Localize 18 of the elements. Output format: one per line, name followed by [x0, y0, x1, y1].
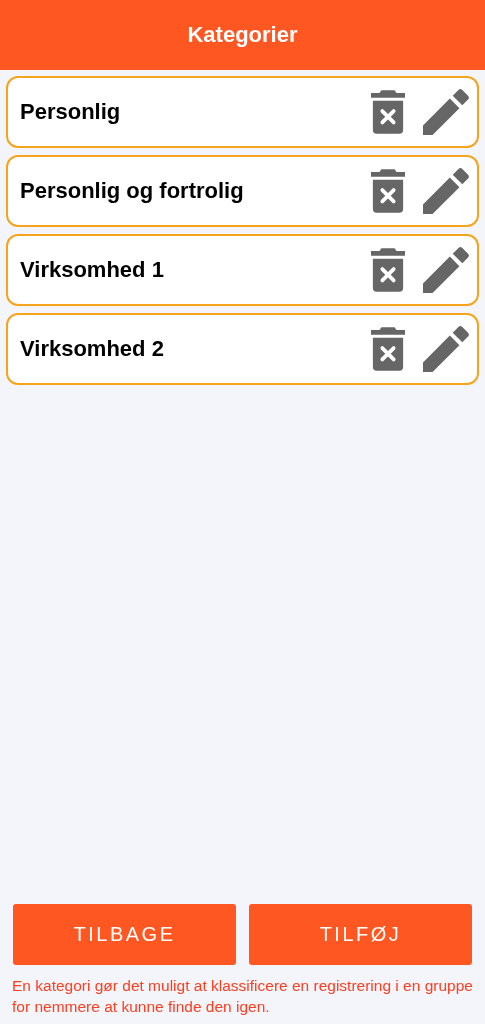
- category-name: Virksomhed 2: [20, 336, 165, 362]
- delete-icon[interactable]: [371, 327, 405, 371]
- category-card[interactable]: Virksomhed 1: [6, 234, 479, 306]
- edit-icon[interactable]: [423, 89, 469, 135]
- category-name: Personlig og fortrolig: [20, 178, 245, 204]
- delete-icon[interactable]: [371, 90, 405, 134]
- help-text: En kategori gør det muligt at klassificere en registrering i en gruppe for nemmere at kunne finde den igen.: [12, 976, 474, 1017]
- category-card[interactable]: Personlig: [6, 76, 479, 148]
- delete-icon[interactable]: [371, 248, 405, 292]
- edit-icon[interactable]: [423, 247, 469, 293]
- delete-icon[interactable]: [371, 169, 405, 213]
- category-card[interactable]: Personlig og fortrolig: [6, 155, 479, 227]
- edit-icon[interactable]: [423, 168, 469, 214]
- category-name: Personlig: [20, 99, 122, 125]
- category-name: Virksomhed 1: [20, 257, 165, 283]
- edit-icon[interactable]: [423, 326, 469, 372]
- screen-title: Kategorier: [187, 22, 298, 48]
- category-card[interactable]: Virksomhed 2: [6, 313, 479, 385]
